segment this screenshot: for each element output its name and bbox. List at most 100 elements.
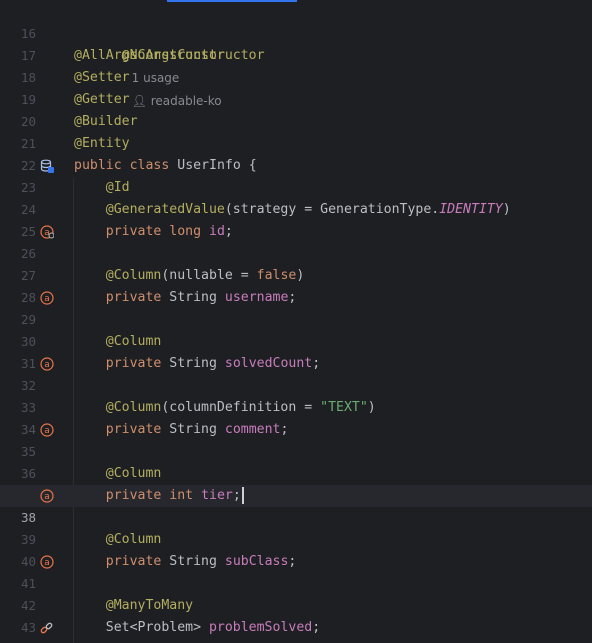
semicolon: ; [288, 290, 297, 305]
field-name: tier [201, 488, 233, 503]
field-name: solvedCount [224, 356, 313, 371]
code-line[interactable]: 33 [0, 375, 592, 415]
code-line[interactable]: 37 @Column [0, 463, 592, 503]
keyword: long [169, 224, 202, 239]
code-line[interactable]: 41 a private String subClass; [0, 551, 592, 591]
code-line[interactable]: 16 [0, 1, 592, 41]
relation-icon[interactable] [40, 621, 54, 635]
text-caret [241, 486, 244, 504]
code-line[interactable]: 27 [0, 243, 592, 283]
annotation: @Id [105, 180, 130, 195]
code-line[interactable]: 39 [0, 507, 592, 547]
annotation: @Builder [74, 114, 138, 129]
field-name: id [209, 224, 225, 239]
annotation: @Setter [74, 70, 130, 85]
column-field-icon[interactable]: a [40, 489, 54, 503]
field-name: username [224, 290, 289, 305]
column-field-icon[interactable]: a [40, 291, 54, 305]
code-line[interactable]: 18 @AllArgsConstructor [0, 45, 592, 85]
annotation: @Column [105, 466, 162, 481]
code-line[interactable]: 36 [0, 441, 592, 481]
code-line[interactable]: 17 @NoArgsConstructor 1 usage 👤︎ readabl… [0, 23, 592, 108]
keyword: public [74, 158, 122, 173]
keyword: private [105, 554, 162, 569]
code-line[interactable]: 34 @Column(columnDefinition = "TEXT") [0, 397, 592, 437]
code-line[interactable]: 43 @ManyToMany [0, 595, 592, 635]
code-line[interactable]: 21 @Builder [0, 111, 592, 151]
code-line[interactable]: 44 Set<Problem> problemSolved; [0, 617, 592, 643]
entity-db-icon[interactable] [40, 159, 54, 173]
annotation: @Entity [74, 136, 130, 151]
keyword: int [169, 488, 194, 503]
column-field-icon[interactable]: a [40, 555, 54, 569]
keyword: private [105, 488, 162, 503]
id-field-icon[interactable]: a [40, 225, 54, 239]
code-line[interactable]: 23 public class UserInfo { [0, 155, 592, 195]
type: String [161, 554, 225, 569]
semicolon: ; [288, 554, 297, 569]
svg-text:a: a [44, 426, 50, 436]
line-number: 44 [0, 639, 36, 643]
semicolon: ; [280, 422, 289, 437]
annotation: @Column [105, 334, 162, 349]
code-line[interactable]: 32 a private String solvedCount; [0, 353, 592, 393]
svg-text:a: a [44, 360, 50, 370]
paren: ) [296, 268, 305, 283]
semicolon: ; [312, 620, 321, 635]
code-line[interactable]: 28 @Column(nullable = false) [0, 265, 592, 305]
annotation: @ManyToMany [105, 598, 194, 613]
column-field-icon[interactable]: a [40, 423, 54, 437]
svg-text:a: a [44, 492, 50, 502]
svg-text:a: a [44, 558, 50, 568]
code-line[interactable]: 24 @Id [0, 177, 592, 217]
type: Set<Problem> [105, 620, 209, 635]
code-line[interactable]: 25 @GeneratedValue(strategy = Generation… [0, 199, 592, 239]
current-code-line[interactable]: 38 a private int tier; [0, 485, 592, 525]
annotation: @Column [105, 400, 162, 415]
code-line[interactable]: 26 a private long id; [0, 221, 592, 261]
annotation: @Getter [74, 92, 130, 107]
string-literal: "TEXT" [320, 400, 368, 415]
annotation: @Column [105, 268, 162, 283]
svg-text:a: a [44, 294, 50, 304]
code-line[interactable]: 19 @Setter [0, 67, 592, 107]
code-line[interactable]: 31 @Column [0, 331, 592, 371]
keyword: private [105, 290, 162, 305]
column-field-icon[interactable]: a [40, 357, 54, 371]
code-line[interactable]: 30 [0, 309, 592, 349]
type: String [161, 422, 225, 437]
semicolon: ; [312, 356, 321, 371]
keyword: false [256, 268, 297, 283]
semicolon: ; [232, 488, 241, 503]
class-name: UserInfo [177, 158, 241, 173]
code-line[interactable]: 42 [0, 573, 592, 613]
field-name: subClass [224, 554, 289, 569]
code-line[interactable]: 35 a private String comment; [0, 419, 592, 459]
semicolon: ; [224, 224, 233, 239]
code-line[interactable]: 20 @Getter [0, 89, 592, 129]
code-line[interactable]: 22 @Entity [0, 133, 592, 173]
code-editor[interactable]: 16 17 @NoArgsConstructor 1 usage 👤︎ read… [0, 0, 592, 643]
annotation: @Column [105, 532, 162, 547]
code-line[interactable]: 40 @Column [0, 529, 592, 569]
field-name: problemSolved [208, 620, 313, 635]
keyword: private [105, 224, 162, 239]
annotation: @GeneratedValue [105, 202, 225, 217]
keyword: private [105, 356, 162, 371]
code-line[interactable]: 29 a private String username; [0, 287, 592, 327]
paren: ) [367, 400, 376, 415]
